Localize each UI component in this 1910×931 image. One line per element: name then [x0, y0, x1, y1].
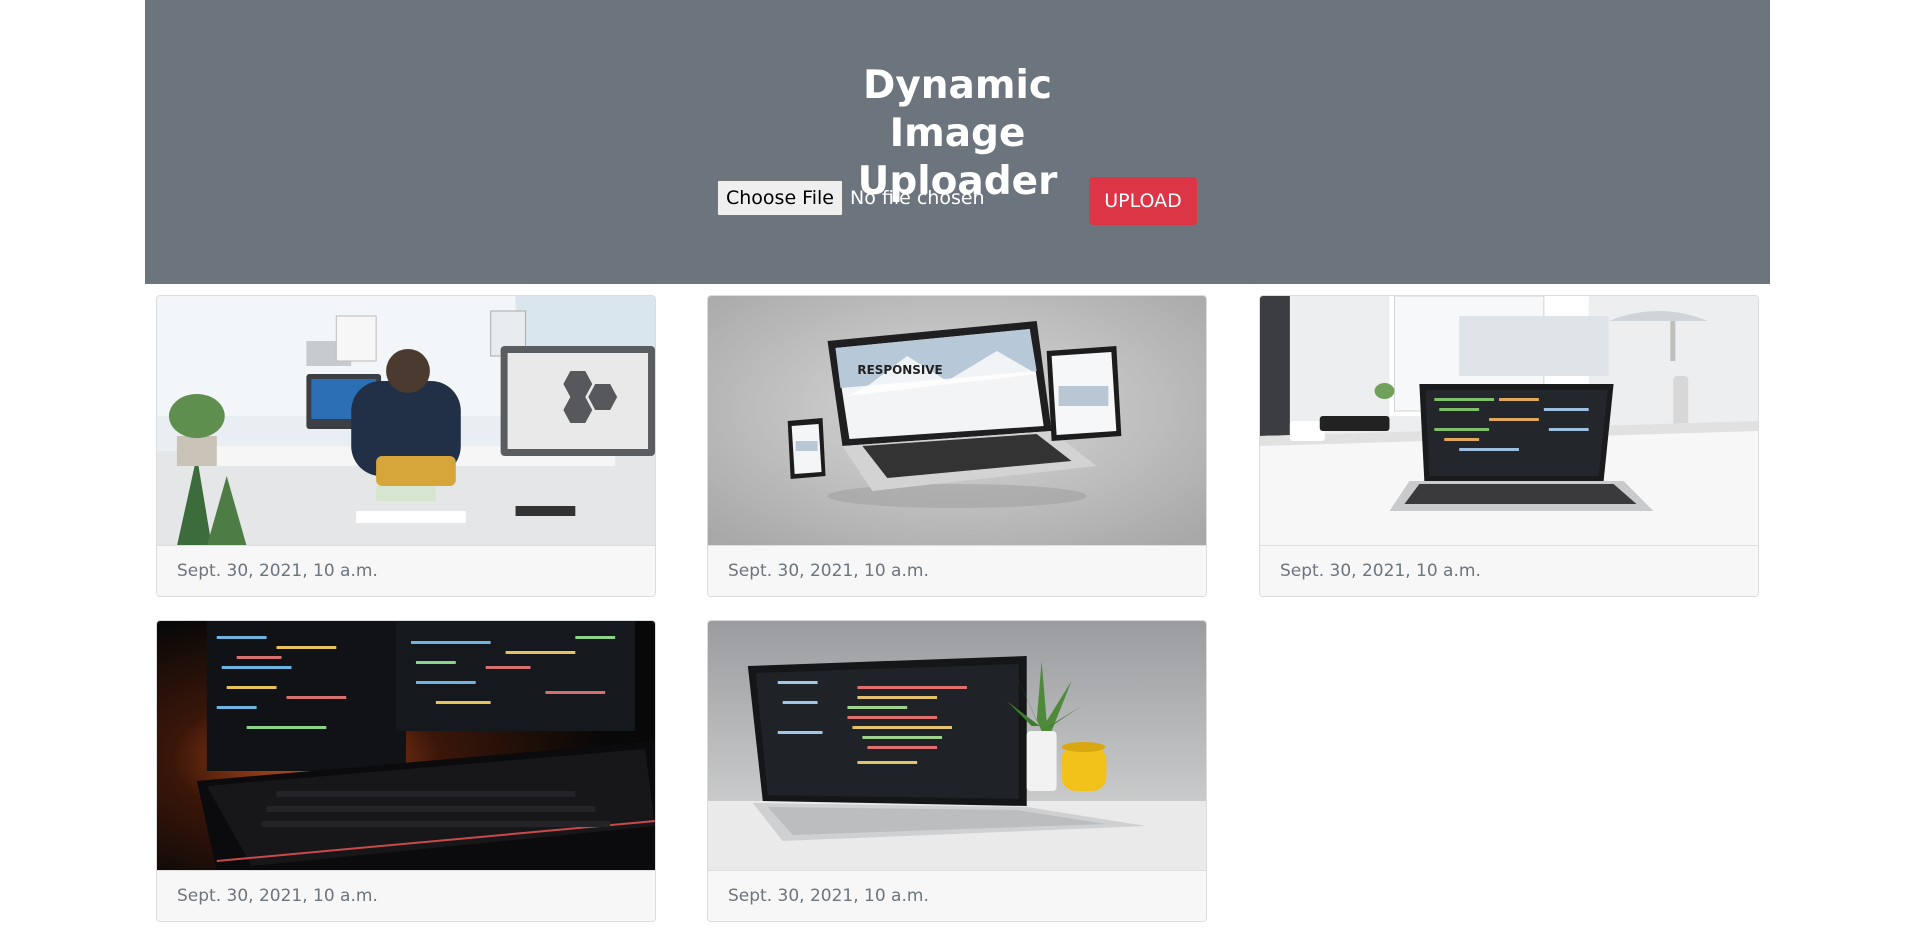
card-date: Sept. 30, 2021, 10 a.m.: [157, 545, 655, 596]
image-card[interactable]: Sept. 30, 2021, 10 a.m.: [156, 295, 656, 597]
card-date: Sept. 30, 2021, 10 a.m.: [1260, 545, 1758, 596]
file-status-text: No file chosen: [849, 187, 985, 209]
choose-file-button[interactable]: Choose File: [717, 180, 843, 216]
card-date: Sept. 30, 2021, 10 a.m.: [708, 870, 1206, 921]
svg-text:RESPONSIVE: RESPONSIVE: [857, 363, 942, 377]
card-image-devices: RESPONSIVE: [708, 296, 1206, 546]
card-image-laptop-desk: [1260, 296, 1758, 546]
file-input[interactable]: Choose File No file chosen: [717, 180, 985, 216]
header-banner: Dynamic Image Uploader Choose File No fi…: [145, 0, 1770, 284]
image-card[interactable]: Sept. 30, 2021, 10 a.m.: [156, 620, 656, 922]
image-card[interactable]: Sept. 30, 2021, 10 a.m.: [1259, 295, 1759, 597]
image-card[interactable]: Sept. 30, 2021, 10 a.m.: [707, 620, 1207, 922]
image-card[interactable]: RESPONSIVE Sept. 30, 2021, 10 a.m.: [707, 295, 1207, 597]
page-container: Dynamic Image Uploader Choose File No fi…: [145, 0, 1770, 284]
card-date: Sept. 30, 2021, 10 a.m.: [157, 870, 655, 921]
card-image-office: [157, 296, 655, 546]
upload-button[interactable]: UPLOAD: [1089, 177, 1197, 225]
card-date: Sept. 30, 2021, 10 a.m.: [708, 545, 1206, 596]
card-image-laptop-plant: [708, 621, 1206, 871]
card-image-dark-code: [157, 621, 655, 871]
